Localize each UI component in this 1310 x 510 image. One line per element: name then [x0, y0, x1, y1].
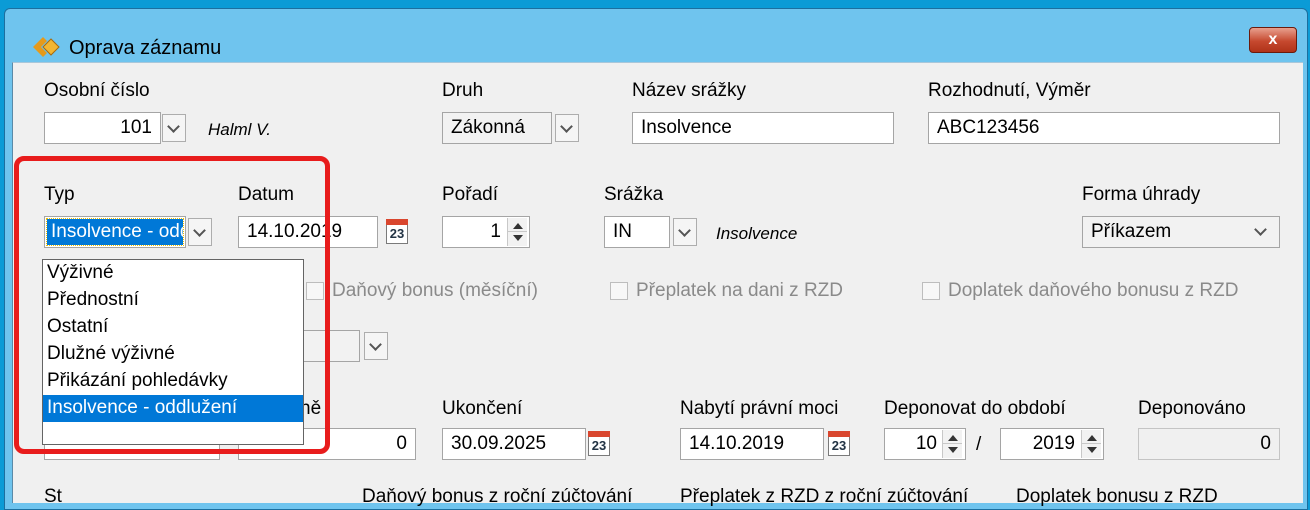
srazka-select[interactable]: IN [604, 216, 670, 248]
doplatek-label: Doplatek daňového bonusu z RZD [948, 280, 1239, 301]
label-nabyti: Nabytí právní moci [680, 398, 839, 419]
spin-up-icon [513, 223, 523, 229]
rozhodnuti-input[interactable]: ABC123456 [928, 112, 1280, 144]
chevron-down-icon [167, 120, 180, 133]
close-icon: x [1268, 31, 1278, 48]
spin-up-icon [1087, 435, 1097, 441]
poradi-spinner[interactable] [507, 218, 527, 246]
calendar-icon[interactable]: 23 [828, 431, 850, 456]
bottom-label-right-a: Přeplatek z RZD z roční zúčtování [680, 486, 969, 507]
bottom-label-right-b: Doplatek bonusu z RZD [1016, 486, 1218, 507]
spin-down-icon [513, 235, 523, 241]
druh-select[interactable]: Zákonná [442, 112, 552, 144]
bottom-label-left: St [44, 486, 62, 507]
deponovat-year-spinner[interactable] [1081, 430, 1101, 458]
highlight-annotation-box [14, 156, 330, 454]
preplatek-label: Přeplatek na dani z RZD [636, 280, 843, 301]
ukonceni-input[interactable]: 30.09.2025 [442, 428, 586, 460]
nazev-srazky-input[interactable]: Insolvence [632, 112, 894, 144]
app-icon [33, 37, 60, 57]
deponovat-separator: / [976, 434, 982, 455]
preplatek-checkbox[interactable] [610, 282, 628, 300]
label-srazka: Srážka [604, 184, 664, 205]
label-deponovano: Deponováno [1138, 398, 1246, 419]
chevron-down-icon [678, 224, 691, 237]
label-nazev-srazky: Název srážky [632, 80, 747, 101]
chevron-down-icon [560, 120, 573, 133]
employee-name: Halml V. [208, 120, 271, 139]
label-ukonceni: Ukončení [442, 398, 523, 419]
nabyti-input[interactable]: 14.10.2019 [680, 428, 824, 460]
srazka-name: Insolvence [716, 224, 798, 243]
osobni-cislo-dropdown-button[interactable] [162, 114, 186, 142]
druh-dropdown-button[interactable] [555, 114, 579, 142]
label-deponovat: Deponovat do období [884, 398, 1066, 419]
window-title: Oprava záznamu [69, 37, 222, 59]
deponovano-input: 0 [1138, 428, 1280, 460]
calendar-icon[interactable]: 23 [588, 431, 610, 456]
osobni-cislo-input[interactable]: 101 [44, 112, 161, 144]
label-osobni-cislo: Osobní číslo [44, 80, 150, 101]
label-forma-uhrady: Forma úhrady [1082, 184, 1201, 205]
spin-down-icon [948, 447, 958, 453]
chevron-down-icon [369, 338, 382, 351]
label-druh: Druh [442, 80, 484, 101]
srazka-dropdown-button[interactable] [673, 218, 697, 246]
title-bar[interactable]: Oprava záznamu x [5, 9, 1307, 69]
spin-down-icon [1087, 447, 1097, 453]
calendar-icon[interactable]: 23 [386, 219, 408, 244]
close-button[interactable]: x [1249, 27, 1297, 53]
doplatek-checkbox[interactable] [922, 282, 940, 300]
label-poradi: Pořadí [442, 184, 498, 205]
hidden-select-dropdown-button[interactable] [364, 332, 388, 360]
spin-up-icon [948, 435, 958, 441]
label-rozhodnuti: Rozhodnutí, Výměr [928, 80, 1091, 101]
danovy-bonus-label: Daňový bonus (měsíční) [332, 280, 538, 301]
forma-uhrady-dropdown-button[interactable] [1250, 218, 1274, 246]
chevron-down-icon [1254, 223, 1267, 236]
deponovat-month-spinner[interactable] [942, 430, 962, 458]
bottom-label-middle: Daňový bonus z roční zúčtování [362, 486, 633, 507]
